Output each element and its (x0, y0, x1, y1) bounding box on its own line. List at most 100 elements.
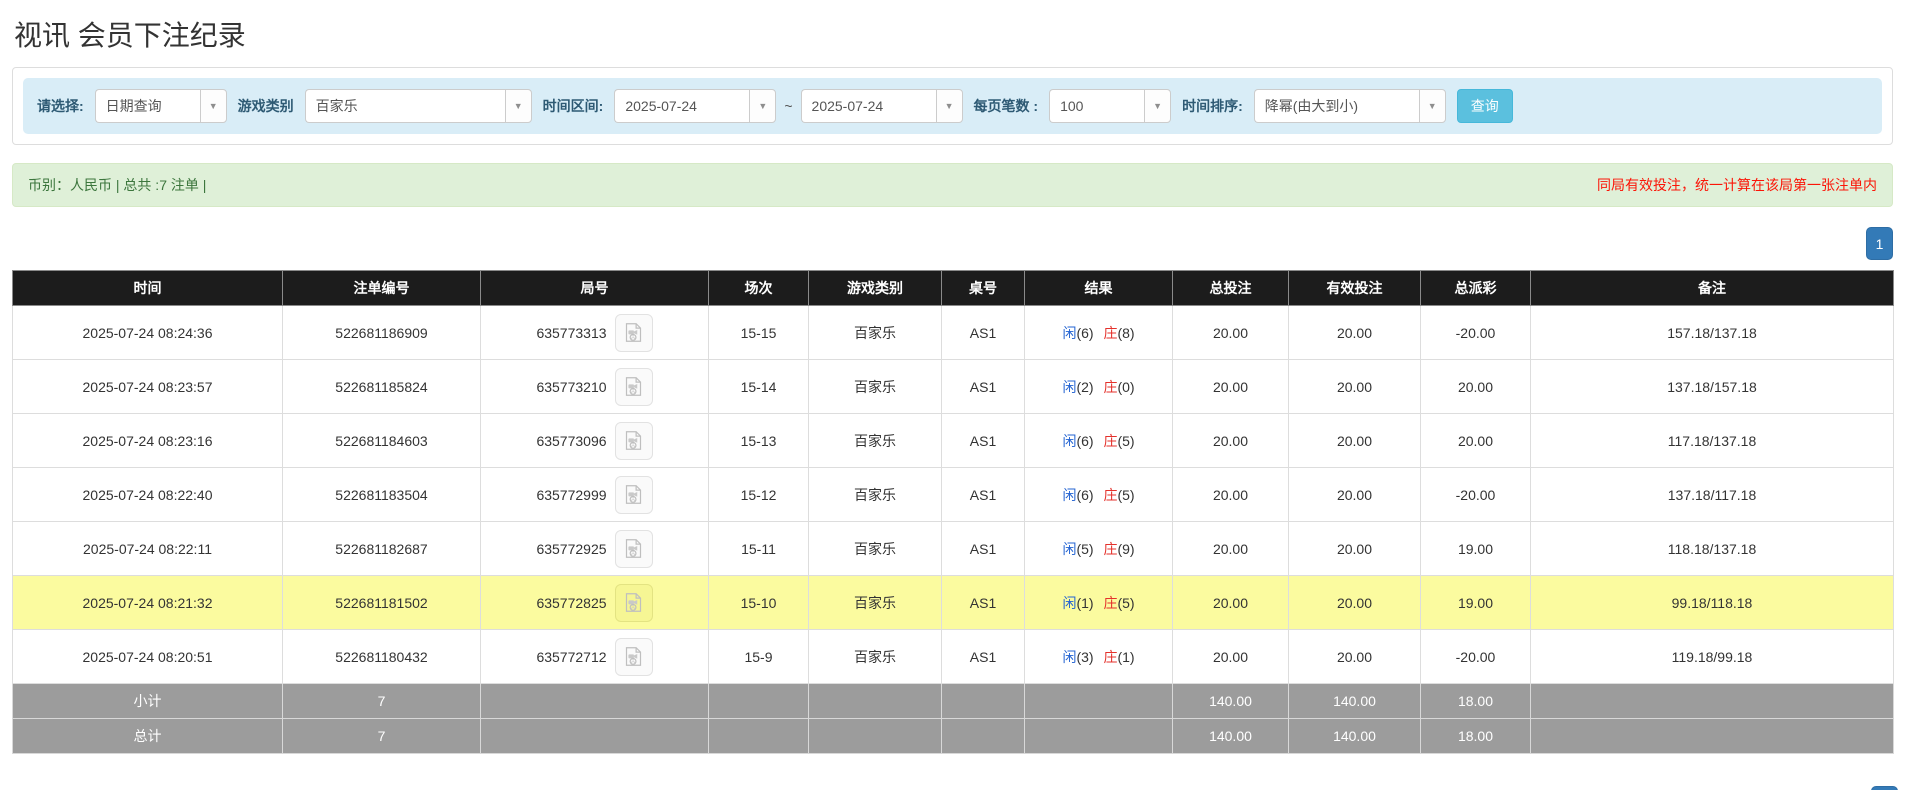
result-banker-score: (8) (1117, 324, 1135, 341)
game-type-label: 游戏类别 (237, 98, 294, 114)
cell-payout: 20.00 (1420, 413, 1531, 468)
cell-valid-bet: 20.00 (1288, 413, 1421, 468)
cell-valid-bet: 20.00 (1288, 359, 1421, 414)
header-bet-id: 注单编号 (282, 270, 481, 306)
cell-session: 15-15 (708, 305, 809, 360)
sort-order-input[interactable] (1253, 89, 1419, 123)
cell-valid-bet: 20.00 (1288, 575, 1421, 630)
result-player-score: (6) (1076, 432, 1098, 449)
header-valid-bet: 有效投注 (1288, 270, 1421, 306)
chevron-down-icon[interactable]: ▼ (199, 89, 227, 123)
date-from-select[interactable]: ▼ (614, 89, 777, 123)
cell-table-number: AS1 (941, 629, 1025, 684)
filter-panel: 请选择: ▼ 游戏类别 ▼ 时间区间: ▼ ~ ▼ 每页笔数 : (12, 67, 1893, 145)
cell-session: 15-12 (708, 467, 809, 522)
grand-total-payout: 18.00 (1420, 718, 1531, 754)
cell-total-bet: 20.00 (1172, 629, 1289, 684)
pagination-page-button[interactable]: 1 (1866, 227, 1893, 260)
cell-result: 闲(3) 庄(1) (1024, 629, 1173, 684)
cell-valid-bet: 20.00 (1288, 521, 1421, 576)
cell-payout: -20.00 (1420, 467, 1531, 522)
grand-total-row: 总计 7 140.00 140.00 18.00 (12, 718, 1894, 754)
date-from-input[interactable] (614, 89, 750, 123)
cell-bet-id: 522681180432 (282, 629, 481, 684)
game-type-input[interactable] (304, 89, 505, 123)
chevron-down-icon[interactable]: ▼ (1418, 89, 1446, 123)
cell-total-bet: 20.00 (1172, 359, 1289, 414)
pagination-top: 1 (12, 227, 1893, 260)
chevron-down-icon[interactable]: ▼ (749, 89, 777, 123)
header-payout: 总派彩 (1420, 270, 1531, 306)
cell-bet-id: 522681182687 (282, 521, 481, 576)
cell-note: 157.18/137.18 (1530, 305, 1894, 360)
header-total-bet: 总投注 (1172, 270, 1289, 306)
chevron-down-icon[interactable]: ▼ (504, 89, 532, 123)
cell-round: 635772712 (480, 629, 709, 684)
header-session: 场次 (708, 270, 809, 306)
cell-note: 137.18/157.18 (1530, 359, 1894, 414)
round-number: 635772712 (536, 648, 607, 665)
table-row: 2025-07-24 08:22:11 522681182687 6357729… (12, 521, 1894, 576)
footer-empty-cell (1024, 683, 1173, 719)
header-result: 结果 (1024, 270, 1173, 306)
subtotal-total-bet: 140.00 (1172, 683, 1289, 719)
game-type-select[interactable]: ▼ (304, 89, 532, 123)
video-replay-button[interactable] (614, 367, 653, 406)
result-player-score: (2) (1076, 378, 1098, 395)
subtotal-row: 小计 7 140.00 140.00 18.00 (12, 683, 1894, 719)
result-player-label: 闲 (1062, 486, 1077, 503)
cell-game-type: 百家乐 (808, 629, 942, 684)
date-range-separator: ~ (784, 98, 793, 114)
video-replay-button[interactable] (614, 583, 653, 622)
video-replay-button[interactable] (614, 637, 653, 676)
cell-table-number: AS1 (941, 467, 1025, 522)
chevron-down-icon[interactable]: ▼ (935, 89, 963, 123)
result-banker-label: 庄 (1103, 378, 1118, 395)
round-number: 635773210 (536, 378, 607, 395)
betting-table: 时间 注单编号 局号 场次 游戏类别 桌号 结果 总投注 有效投注 总派彩 备注… (12, 270, 1894, 754)
page-size-select[interactable]: ▼ (1049, 89, 1172, 123)
video-file-icon (625, 539, 642, 558)
header-round: 局号 (480, 270, 709, 306)
cell-note: 137.18/117.18 (1530, 467, 1894, 522)
cell-game-type: 百家乐 (808, 467, 942, 522)
cell-game-type: 百家乐 (808, 305, 942, 360)
cell-bet-id: 522681181502 (282, 575, 481, 630)
round-number: 635773096 (536, 432, 607, 449)
sort-order-label: 时间排序: (1182, 98, 1243, 114)
video-replay-button[interactable] (614, 529, 653, 568)
query-type-input[interactable] (94, 89, 200, 123)
table-row: 2025-07-24 08:22:40 522681183504 6357729… (12, 467, 1894, 522)
pagination-page-button[interactable]: 1 (1871, 786, 1898, 790)
cell-total-bet: 20.00 (1172, 305, 1289, 360)
chevron-down-icon[interactable]: ▼ (1144, 89, 1172, 123)
cell-note: 99.18/118.18 (1530, 575, 1894, 630)
table-header: 时间 注单编号 局号 场次 游戏类别 桌号 结果 总投注 有效投注 总派彩 备注 (12, 270, 1894, 306)
betting-records-page: 视讯 会员下注纪录 请选择: ▼ 游戏类别 ▼ 时间区间: ▼ ~ ▼ (0, 0, 1905, 790)
round-number: 635772999 (536, 486, 607, 503)
search-button[interactable]: 查询 (1456, 89, 1513, 123)
table-row: 2025-07-24 08:23:57 522681185824 6357732… (12, 359, 1894, 414)
footer-empty-cell (480, 683, 709, 719)
cell-payout: 19.00 (1420, 521, 1531, 576)
cell-session: 15-10 (708, 575, 809, 630)
result-player-score: (6) (1076, 486, 1098, 503)
video-replay-button[interactable] (614, 475, 653, 514)
summary-text: 币别：人民币 | 总共 :7 注单 | (28, 177, 207, 193)
cell-total-bet: 20.00 (1172, 575, 1289, 630)
date-to-input[interactable] (800, 89, 936, 123)
round-number: 635773313 (536, 324, 607, 341)
video-replay-button[interactable] (614, 421, 653, 460)
cell-result: 闲(5) 庄(9) (1024, 521, 1173, 576)
page-size-input[interactable] (1049, 89, 1145, 123)
cell-game-type: 百家乐 (808, 413, 942, 468)
video-replay-button[interactable] (614, 313, 653, 352)
video-file-icon (625, 377, 642, 396)
summary-bar: 币别：人民币 | 总共 :7 注单 | 同局有效投注，统一计算在该局第一张注单内 (12, 163, 1893, 207)
cell-round: 635773210 (480, 359, 709, 414)
query-type-select[interactable]: ▼ (94, 89, 227, 123)
result-banker-score: (9) (1117, 540, 1135, 557)
sort-order-select[interactable]: ▼ (1253, 89, 1446, 123)
cell-valid-bet: 20.00 (1288, 305, 1421, 360)
date-to-select[interactable]: ▼ (800, 89, 963, 123)
